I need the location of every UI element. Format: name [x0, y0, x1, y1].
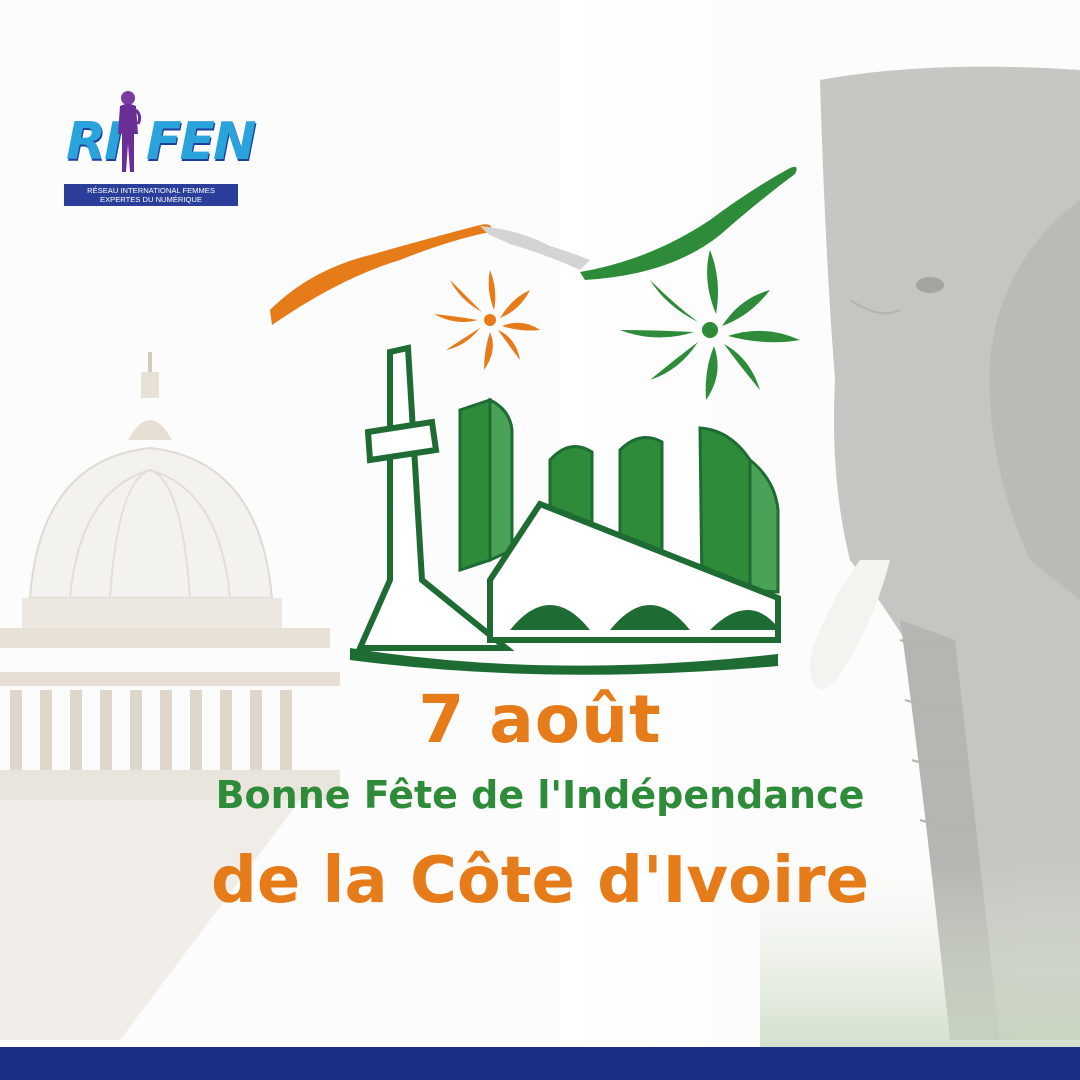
firework-icon-green [620, 250, 800, 400]
country-line: de la Côte d'Ivoire [211, 844, 869, 918]
white-ribbon [480, 226, 590, 270]
green-ribbon [580, 166, 797, 280]
logo-word-right: FEN [146, 112, 257, 172]
woman-figure-icon [118, 91, 142, 172]
date-heading: 7 août [418, 681, 662, 758]
greeting-line: Bonne Fête de l'Indépendance [215, 773, 865, 817]
firework-icon-orange [434, 270, 540, 370]
rifen-logo: RI FEN RÉSEAU INTERNATIONAL FEMMES EXPER… [62, 88, 257, 210]
poster: RI FEN RÉSEAU INTERNATIONAL FEMMES EXPER… [0, 0, 1080, 1080]
logo-tagline-band: RÉSEAU INTERNATIONAL FEMMES EXPERTES DU … [64, 184, 238, 206]
logo-tagline-line2: EXPERTES DU NUMÉRIQUE [100, 195, 202, 204]
logo-tagline-line1: RÉSEAU INTERNATIONAL FEMMES [87, 186, 215, 195]
orange-ribbon [270, 224, 492, 325]
independence-emblem [270, 166, 800, 675]
footer-bar [0, 1047, 1080, 1080]
logo-wordmark: RI FEN [62, 112, 257, 172]
